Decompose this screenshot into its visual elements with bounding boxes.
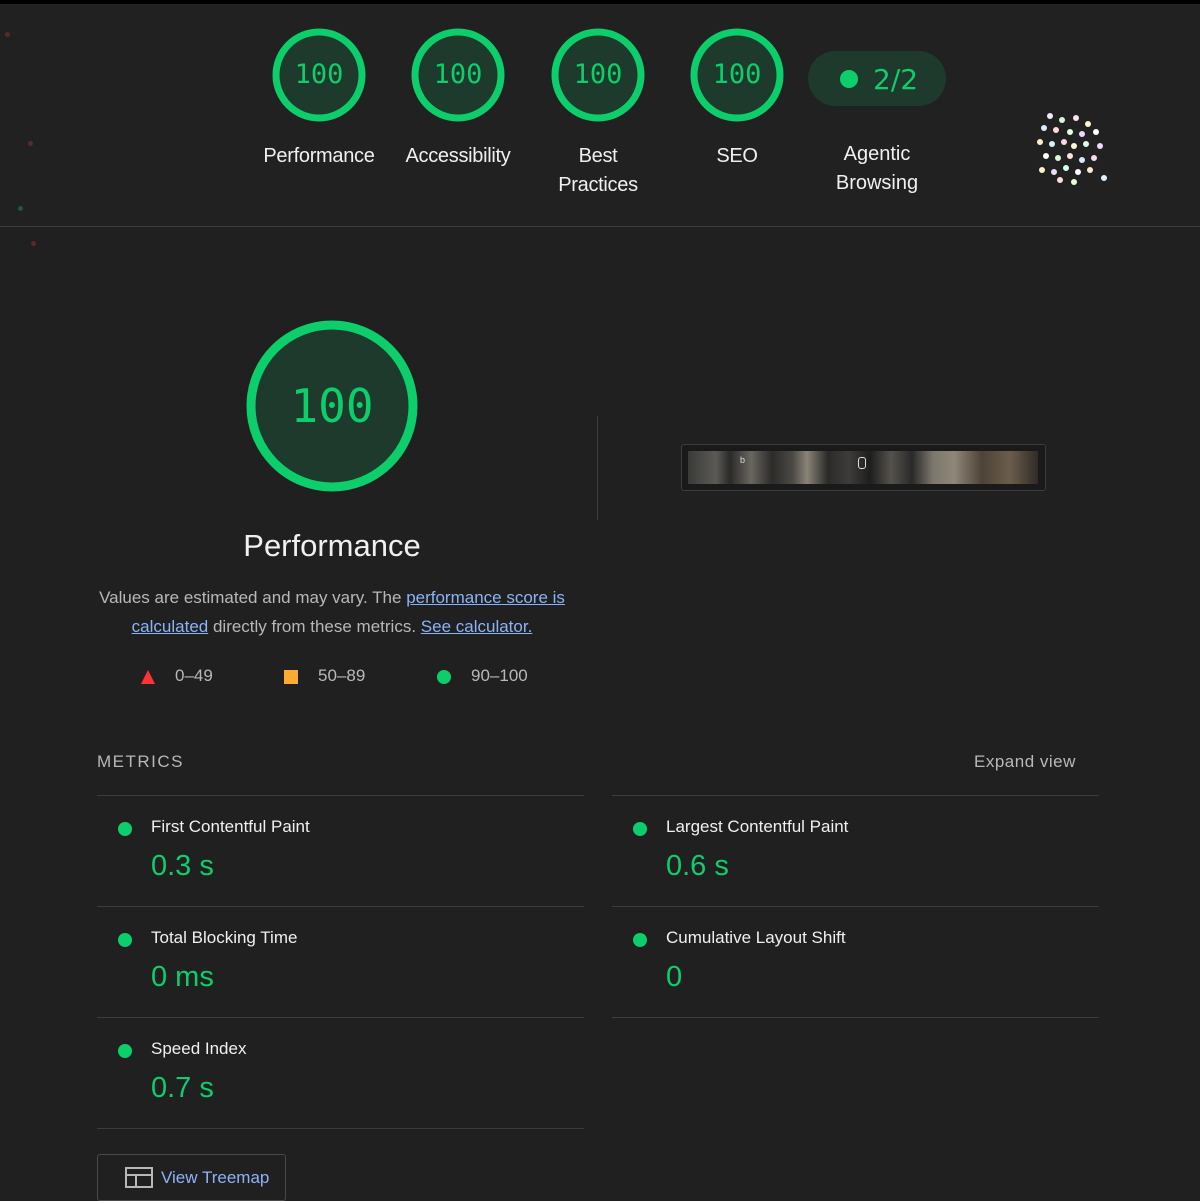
view-treemap-label: View Treemap [161,1168,270,1187]
agentic-label: Agentic Browsing [835,143,919,194]
fail-triangle-icon [141,670,155,684]
decoration-dot [5,32,10,37]
gauge-score: 100 [573,59,623,90]
legend-label: 90–100 [471,666,528,685]
treemap-icon [125,1167,153,1188]
performance-title: Performance [243,528,421,563]
final-screenshot-thumbnail[interactable]: b [681,444,1046,491]
gauge-performance[interactable]: 100 Performance [249,28,389,171]
pass-dot-icon [118,822,132,836]
legend-pass: 90–100 [437,666,528,686]
metric-speed-index: Speed Index 0.7 s [97,1017,584,1128]
gauge-seo[interactable]: 100 SEO [667,28,807,171]
metrics-heading: METRICS [97,752,184,771]
legend-label: 0–49 [175,666,213,685]
gauge-label: Best Practices [558,145,638,196]
view-treemap-button[interactable]: View Treemap [97,1154,286,1201]
decoration-dot [31,241,36,246]
expand-view-toggle[interactable]: Expand view [974,752,1076,772]
screenshot-logo-text: b [740,455,746,465]
gauge-label: SEO [716,145,758,167]
metric-name: Total Blocking Time [151,928,298,947]
pass-dot-icon [118,1044,132,1058]
pass-dot-icon [633,822,647,836]
pass-dot-icon [633,933,647,947]
metric-cumulative-layout-shift: Cumulative Layout Shift 0 [612,906,1099,1017]
gauge-accessibility[interactable]: 100 Accessibility [388,28,528,171]
see-calculator-link[interactable]: See calculator. [421,617,533,636]
metric-name: First Contentful Paint [151,817,310,836]
legend-fail: 0–49 [141,666,213,686]
agentic-score: 2/2 [873,63,919,96]
metric-largest-contentful-paint: Largest Contentful Paint 0.6 s [612,795,1099,906]
gauge-score: 100 [294,59,344,90]
decoration-dot [28,141,33,146]
pass-circle-icon [437,670,451,684]
fireworks-icon [1037,113,1107,185]
gauge-score: 100 [433,59,483,90]
metric-name: Cumulative Layout Shift [666,928,846,947]
performance-score: 100 [290,379,374,433]
metric-value: 0 [666,961,683,993]
performance-gauge-large: 100 [244,318,420,494]
metric-value: 0 ms [151,961,214,993]
gauge-best-practices[interactable]: 100 Best Practices [528,28,668,200]
legend-average: 50–89 [284,666,365,686]
metric-first-contentful-paint: First Contentful Paint 0.3 s [97,795,584,906]
agentic-browsing-badge[interactable]: 2/2 [808,51,946,106]
metric-value: 0.6 s [666,850,729,882]
gauge-label: Accessibility [405,145,511,167]
metric-name: Largest Contentful Paint [666,817,849,836]
vertical-divider [597,416,598,520]
desc-text: Values are estimated and may vary. The [99,588,407,607]
metric-value: 0.3 s [151,850,214,882]
divider [97,1128,584,1129]
screenshot-mouse-icon [858,457,866,469]
decoration-dot [18,206,23,211]
legend-label: 50–89 [318,666,366,685]
divider [612,1017,1099,1018]
performance-description: Values are estimated and may vary. The p… [90,583,574,641]
metric-value: 0.7 s [151,1072,214,1104]
desc-text: directly from these metrics. [208,617,417,636]
gauge-label: Performance [263,145,375,167]
average-square-icon [284,670,298,684]
gauge-score: 100 [712,59,762,90]
metric-total-blocking-time: Total Blocking Time 0 ms [97,906,584,1017]
metric-name: Speed Index [151,1039,247,1058]
pass-dot-icon [118,933,132,947]
pass-dot-icon [840,70,858,88]
